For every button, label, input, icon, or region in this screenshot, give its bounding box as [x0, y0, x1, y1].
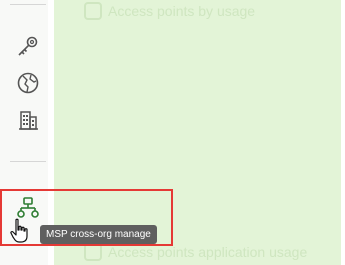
sidebar-item-globe[interactable] [14, 69, 42, 97]
sidebar-item-building[interactable] [14, 106, 42, 134]
chart-icon [84, 2, 102, 20]
globe-icon [17, 72, 39, 94]
sidebar-divider [10, 161, 46, 162]
tooltip: MSP cross-org manage [40, 225, 157, 244]
panel-title-ap-app-usage: Access points application usage [108, 244, 308, 260]
building-icon [19, 111, 38, 130]
key-icon [18, 36, 38, 56]
sidebar-divider [10, 4, 46, 5]
panel-title-ap-usage: Access points by usage [108, 3, 256, 19]
hand-cursor-icon [10, 218, 28, 243]
sidebar-item-key[interactable] [14, 32, 42, 60]
